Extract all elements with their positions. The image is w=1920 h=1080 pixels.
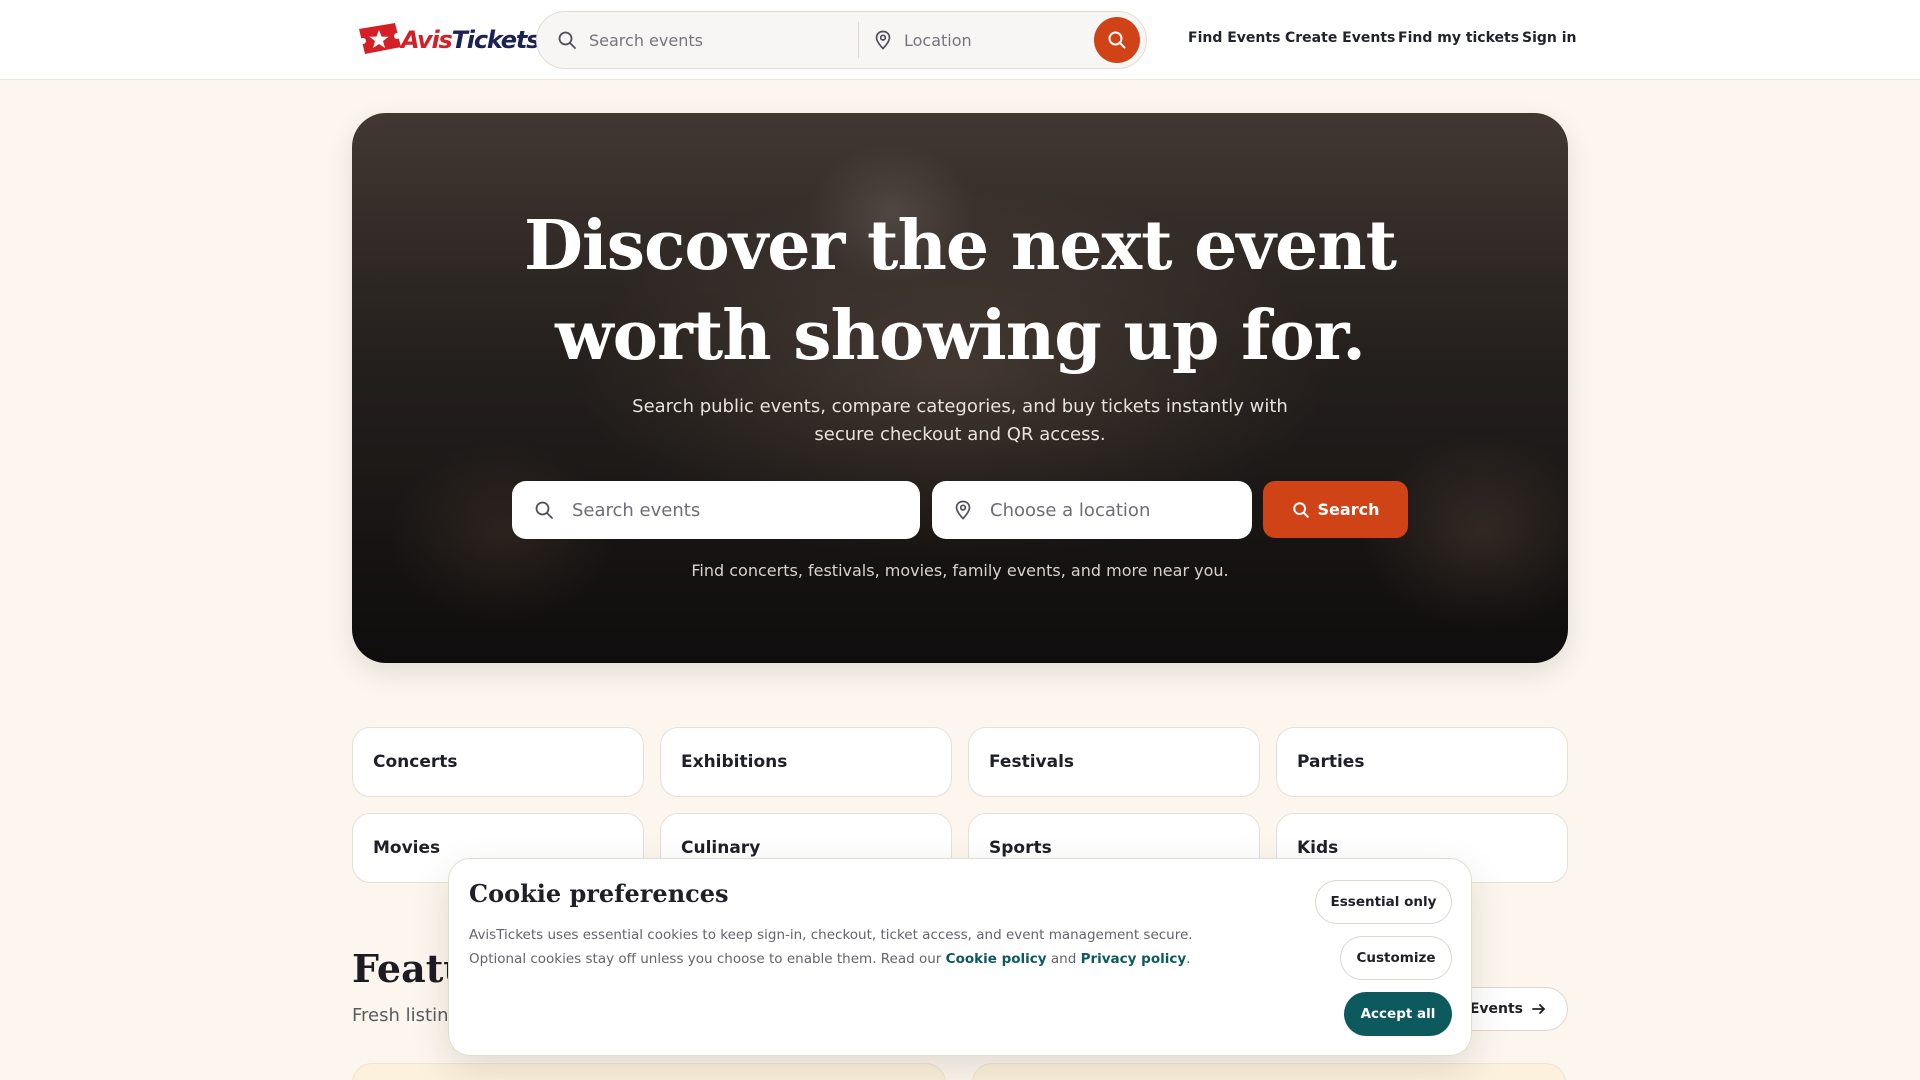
category-parties[interactable]: Parties <box>1276 727 1568 797</box>
location-pin-icon <box>955 500 971 520</box>
hero-location-input[interactable]: Choose a location <box>932 481 1252 539</box>
nav-find-my-tickets[interactable]: Find my tickets <box>1398 30 1519 46</box>
cookie-text-and: and <box>1046 951 1081 967</box>
featured-event-card[interactable] <box>352 1063 946 1080</box>
essential-only-button[interactable]: Essential only <box>1315 880 1452 924</box>
search-divider <box>858 22 859 58</box>
hero-title-line-2: worth showing up for. <box>555 296 1366 376</box>
category-festivals[interactable]: Festivals <box>968 727 1260 797</box>
header-location-input[interactable]: Location <box>874 12 1074 68</box>
hero-title-line-1: Discover the next event <box>523 206 1397 286</box>
logo-text: AvisTickets <box>401 26 540 54</box>
search-icon <box>558 31 576 49</box>
category-label: Culinary <box>681 838 761 858</box>
category-label: Concerts <box>373 752 458 772</box>
hero-location-placeholder: Choose a location <box>990 499 1151 521</box>
hero-search-input[interactable]: Search events <box>512 481 920 539</box>
category-label: Movies <box>373 838 441 858</box>
hero-search-button-label: Search <box>1317 500 1380 519</box>
search-icon <box>1292 501 1309 518</box>
header-location-placeholder: Location <box>904 30 972 50</box>
search-icon <box>1108 31 1126 49</box>
category-exhibitions[interactable]: Exhibitions <box>660 727 952 797</box>
category-label: Sports <box>989 838 1052 858</box>
cookie-text-line-2: Optional cookies stay off unless you cho… <box>469 951 946 967</box>
featured-event-card[interactable] <box>972 1063 1566 1080</box>
hero-image-overlay <box>352 113 1568 663</box>
header-search-bar: Search events Location <box>536 11 1147 69</box>
essential-only-label: Essential only <box>1330 894 1437 910</box>
hero-subtitle-line-1: Search public events, compare categories… <box>632 396 1288 417</box>
logo-star-icon <box>359 23 401 54</box>
cookie-title: Cookie preferences <box>469 879 729 908</box>
cookie-text: AvisTickets uses essential cookies to ke… <box>469 923 1229 971</box>
hero-search-placeholder: Search events <box>572 499 701 521</box>
hero-title: Discover the next event worth showing up… <box>352 201 1568 381</box>
accept-all-label: Accept all <box>1360 1006 1436 1022</box>
category-concerts[interactable]: Concerts <box>352 727 644 797</box>
category-label: Exhibitions <box>681 752 788 772</box>
arrow-right-icon <box>1532 1004 1545 1014</box>
header-search-input[interactable]: Search events <box>557 12 857 68</box>
category-label: Kids <box>1297 838 1339 858</box>
nav-sign-in[interactable]: Sign in <box>1522 30 1577 46</box>
cookie-banner: Cookie preferences AvisTickets uses esse… <box>448 858 1472 1056</box>
cookie-policy-link[interactable]: Cookie policy <box>946 951 1047 967</box>
privacy-policy-link[interactable]: Privacy policy <box>1081 951 1187 967</box>
nav-create-events[interactable]: Create Events <box>1285 30 1395 46</box>
category-label: Parties <box>1297 752 1365 772</box>
nav-find-events[interactable]: Find Events <box>1188 30 1280 46</box>
logo[interactable]: AvisTickets <box>355 21 540 59</box>
search-icon <box>535 501 553 519</box>
customize-label: Customize <box>1356 950 1436 966</box>
cookie-text-period: . <box>1186 951 1191 967</box>
customize-button[interactable]: Customize <box>1340 936 1452 980</box>
cookie-text-line-1: AvisTickets uses essential cookies to ke… <box>469 927 1193 943</box>
site-header: AvisTickets Search events Location Find … <box>0 0 1920 80</box>
hero-subtitle-line-2: secure checkout and QR access. <box>814 424 1106 445</box>
hero-note: Find concerts, festivals, movies, family… <box>691 561 1229 580</box>
hero-banner: Discover the next event worth showing up… <box>352 113 1568 663</box>
hero-subtitle: Search public events, compare categories… <box>620 393 1300 449</box>
hero-search-button[interactable]: Search <box>1263 481 1408 538</box>
header-search-placeholder: Search events <box>589 30 703 50</box>
header-search-button[interactable] <box>1094 17 1140 63</box>
location-pin-icon <box>875 30 891 50</box>
category-label: Festivals <box>989 752 1075 772</box>
accept-all-button[interactable]: Accept all <box>1344 992 1452 1036</box>
